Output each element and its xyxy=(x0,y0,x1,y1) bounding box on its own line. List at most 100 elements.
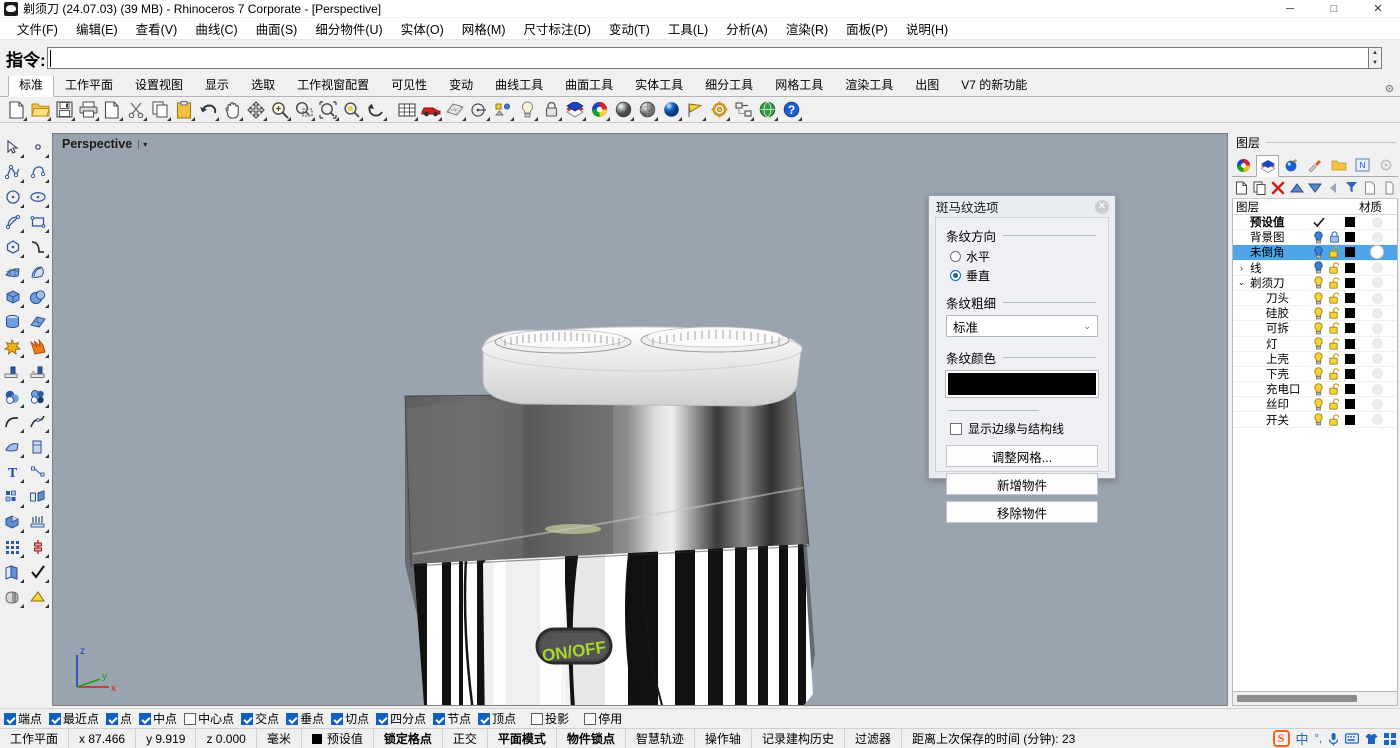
flyout-arrow-icon[interactable] xyxy=(702,117,706,121)
extrude-icon[interactable] xyxy=(0,359,25,384)
toolbar-tab-11[interactable]: 细分工具 xyxy=(694,73,764,96)
layer-name-cell[interactable]: 灯 xyxy=(1233,336,1310,352)
spinner-down-icon[interactable]: ▼ xyxy=(1369,58,1381,68)
flyout-arrow-icon[interactable] xyxy=(45,229,49,233)
layer-color-swatch[interactable] xyxy=(1342,339,1357,349)
layer-color-swatch[interactable] xyxy=(1342,308,1357,318)
menu-item-10[interactable]: 工具(L) xyxy=(659,17,717,40)
menu-item-0[interactable]: 文件(F) xyxy=(8,17,67,40)
layer-row[interactable]: 硅胶 xyxy=(1233,306,1397,321)
circle-icon[interactable] xyxy=(0,184,25,209)
surface-from-curves-icon[interactable] xyxy=(0,259,25,284)
layer-color-swatch[interactable] xyxy=(1342,247,1357,257)
layer-material-cell[interactable] xyxy=(1357,308,1397,319)
flyout-arrow-icon[interactable] xyxy=(45,404,49,408)
layer-name-cell[interactable]: 开关 xyxy=(1233,412,1310,428)
explode-icon[interactable] xyxy=(25,334,50,359)
osnap-checkbox[interactable] xyxy=(286,713,298,725)
osnap-1[interactable]: 最近点 xyxy=(49,710,99,727)
flyout-arrow-icon[interactable] xyxy=(45,504,49,508)
flyout-arrow-icon[interactable] xyxy=(45,304,49,308)
ime-keyboard-icon[interactable] xyxy=(1345,733,1359,744)
flyout-arrow-icon[interactable] xyxy=(383,117,387,121)
layer-row[interactable]: ⌄剃须刀 xyxy=(1233,276,1397,291)
stripe-direction-vertical-option[interactable]: 垂直 xyxy=(950,267,1098,284)
layer-lock-toggle[interactable] xyxy=(1327,383,1342,395)
layer-material-cell[interactable] xyxy=(1357,262,1397,273)
osnap-10[interactable]: 顶点 xyxy=(478,710,516,727)
flyout-arrow-icon[interactable] xyxy=(45,479,49,483)
layer-row[interactable]: ›线 xyxy=(1233,261,1397,276)
maximize-button[interactable]: □ xyxy=(1312,0,1356,18)
flyout-arrow-icon[interactable] xyxy=(20,354,24,358)
toolbar-tab-4[interactable]: 选取 xyxy=(240,73,286,96)
color-wheel-icon[interactable] xyxy=(587,98,611,122)
select-arrow-icon[interactable] xyxy=(0,134,25,159)
flyout-arrow-icon[interactable] xyxy=(20,229,24,233)
osnap-6[interactable]: 垂点 xyxy=(286,710,324,727)
flag-icon[interactable] xyxy=(683,98,707,122)
layer-name-cell[interactable]: 未倒角 xyxy=(1233,244,1310,260)
web-globe-icon[interactable] xyxy=(755,98,779,122)
flyout-arrow-icon[interactable] xyxy=(774,117,778,121)
filter-icon[interactable] xyxy=(1343,178,1361,198)
layer-visibility-toggle[interactable] xyxy=(1310,337,1327,350)
toolbar-tab-2[interactable]: 设置视图 xyxy=(124,73,194,96)
zoom-extents-icon[interactable] xyxy=(316,98,340,122)
status-current-layer[interactable]: 预设值 xyxy=(302,729,374,748)
pan-hand-icon[interactable] xyxy=(220,98,244,122)
osnap-3[interactable]: 中点 xyxy=(139,710,177,727)
zoom-window-icon[interactable] xyxy=(292,98,316,122)
scale-icon[interactable] xyxy=(25,534,50,559)
toolbar-tab-12[interactable]: 网格工具 xyxy=(764,73,834,96)
toolbar-tab-15[interactable]: V7 的新功能 xyxy=(950,73,1038,96)
status-cplane[interactable]: 工作平面 xyxy=(0,729,69,748)
flyout-arrow-icon[interactable] xyxy=(750,117,754,121)
toolbar-tab-13[interactable]: 渲染工具 xyxy=(834,73,904,96)
flyout-arrow-icon[interactable] xyxy=(239,117,243,121)
osnap-2[interactable]: 点 xyxy=(106,710,132,727)
new-layout-icon[interactable] xyxy=(100,98,124,122)
layer-row[interactable]: 灯 xyxy=(1233,337,1397,352)
stripe-direction-horizontal-option[interactable]: 水平 xyxy=(950,248,1098,265)
layer-visibility-toggle[interactable] xyxy=(1310,367,1327,380)
layer-row[interactable]: 充电口 xyxy=(1233,382,1397,397)
flyout-arrow-icon[interactable] xyxy=(45,579,49,583)
grid-array-icon[interactable] xyxy=(0,534,25,559)
properties-icon[interactable] xyxy=(491,98,515,122)
layer-name-cell[interactable]: 充电口 xyxy=(1233,381,1310,397)
stripe-thickness-select[interactable]: 标准 ⌄ xyxy=(946,315,1098,337)
freeform-curve-icon[interactable] xyxy=(25,234,50,259)
status-toggle-4[interactable]: 智慧轨迹 xyxy=(626,729,695,748)
layer-row[interactable]: 可拆 xyxy=(1233,321,1397,336)
point-icon[interactable] xyxy=(25,134,50,159)
sogou-ime-icon[interactable]: S xyxy=(1273,730,1290,747)
layer-visibility-toggle[interactable] xyxy=(1310,231,1327,244)
layer-name-cell[interactable]: 背景图 xyxy=(1233,229,1310,245)
status-toggle-5[interactable]: 操作轴 xyxy=(695,729,752,748)
layer-color-swatch[interactable] xyxy=(1342,263,1357,273)
layer-row[interactable]: 开关 xyxy=(1233,412,1397,427)
copy-object-icon[interactable] xyxy=(0,559,25,584)
check-icon[interactable] xyxy=(25,559,50,584)
layer-visibility-toggle[interactable] xyxy=(1310,307,1327,320)
folder-tab-icon[interactable] xyxy=(1327,154,1351,176)
layer-name-cell[interactable]: 可拆 xyxy=(1233,320,1310,336)
osnap-checkbox[interactable] xyxy=(184,713,196,725)
polyline-icon[interactable] xyxy=(0,159,25,184)
ime-chinese-icon[interactable]: 中 xyxy=(1296,729,1309,748)
print-icon[interactable] xyxy=(76,98,100,122)
more-icon[interactable] xyxy=(1380,178,1398,198)
osnap-7[interactable]: 切点 xyxy=(331,710,369,727)
layer-color-swatch[interactable] xyxy=(1342,354,1357,364)
flyout-arrow-icon[interactable] xyxy=(534,117,538,121)
new-layer-icon[interactable] xyxy=(1232,178,1250,198)
menu-item-12[interactable]: 渲染(R) xyxy=(777,17,837,40)
duplicate-layer-icon[interactable] xyxy=(1250,178,1268,198)
layer-name-cell[interactable]: ⌄剃须刀 xyxy=(1233,275,1310,291)
osnap-checkbox[interactable] xyxy=(584,713,596,725)
status-toggle-3[interactable]: 物件锁点 xyxy=(557,729,626,748)
flyout-arrow-icon[interactable] xyxy=(45,254,49,258)
sweep-surface-icon[interactable] xyxy=(25,259,50,284)
grid-icon[interactable] xyxy=(395,98,419,122)
